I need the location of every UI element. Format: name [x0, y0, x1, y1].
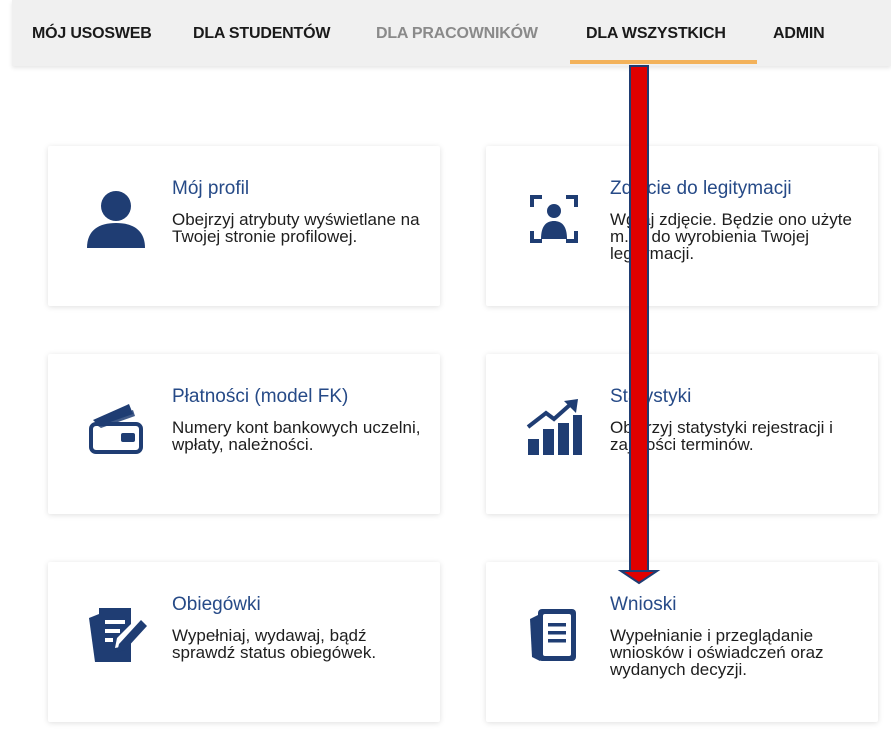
- card-moj-profil[interactable]: Mój profil Obejrzyj atrybuty wyświetlane…: [48, 146, 440, 306]
- card-title: Obiegówki: [172, 594, 261, 615]
- card-title: Statystyki: [610, 386, 692, 407]
- card-description: Wgraj zdjęcie. Będzie ono użyte m.in. do…: [610, 210, 852, 263]
- card-zdjecie-do-legitymacji[interactable]: Zdjęcie do legitymacji Wgraj zdjęcie. Bę…: [486, 146, 878, 306]
- card-title: Zdjęcie do legitymacji: [610, 178, 792, 199]
- card-obiegowki[interactable]: Obiegówki Wypełniaj, wydawaj, bądź spraw…: [48, 562, 440, 722]
- nav-tab-admin[interactable]: ADMIN: [773, 25, 825, 43]
- card-description: Wypełniaj, wydawaj, bądź sprawdź status …: [172, 626, 377, 662]
- card-title: Płatności (model FK): [172, 386, 349, 407]
- nav-tab-dla-pracownikow[interactable]: DLA PRACOWNIKÓW: [376, 25, 538, 43]
- card-title: Mój profil: [172, 178, 250, 199]
- wallet-icon: [81, 392, 151, 462]
- card-platnosci[interactable]: Płatności (model FK) Numery kont bankowy…: [48, 354, 440, 514]
- card-wnioski[interactable]: Wnioski Wypełnianie i przeglądanie wnios…: [486, 562, 878, 722]
- card-title: Wnioski: [610, 594, 677, 615]
- clearance-form-icon: [81, 600, 151, 670]
- card-description: Wypełnianie i przeglądanie wniosków i oś…: [610, 626, 824, 679]
- top-navigation: MÓJ USOSWEB DLA STUDENTÓW DLA PRACOWNIKÓ…: [12, 0, 891, 66]
- nav-tab-dla-wszystkich[interactable]: DLA WSZYSTKICH: [586, 25, 726, 43]
- photo-id-icon: [519, 184, 589, 254]
- card-description: Obejrzyj statystyki rejestracji i zajęto…: [610, 418, 833, 454]
- nav-tab-moj-usosweb[interactable]: MÓJ USOSWEB: [32, 25, 152, 43]
- nav-tab-dla-studentow[interactable]: DLA STUDENTÓW: [193, 25, 330, 43]
- applications-icon: [519, 600, 589, 670]
- active-tab-indicator: [570, 60, 757, 64]
- card-description: Obejrzyj atrybuty wyświetlane na Twojej …: [172, 210, 420, 246]
- card-description: Numery kont bankowych uczelni, wpłaty, n…: [172, 418, 421, 454]
- card-statystyki[interactable]: Statystyki Obejrzyj statystyki rejestrac…: [486, 354, 878, 514]
- user-icon: [81, 184, 151, 254]
- statistics-icon: [519, 392, 589, 462]
